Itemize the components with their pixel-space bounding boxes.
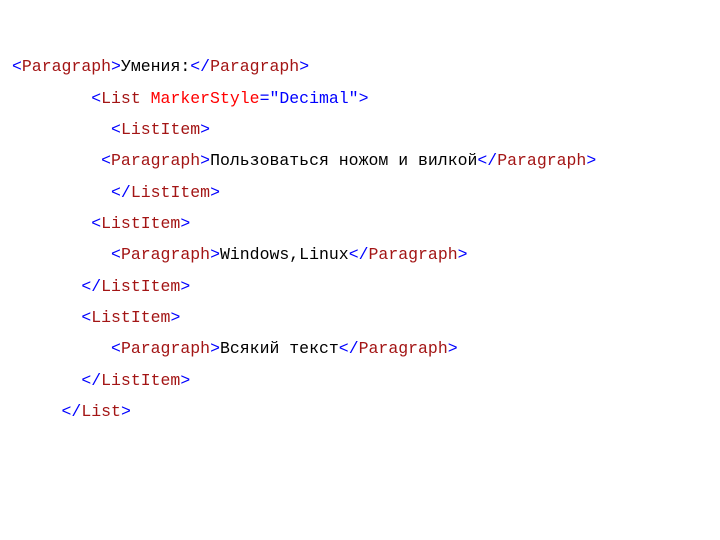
code-line: <ListItem> <box>12 120 210 139</box>
text-content: Пользоваться ножом и вилкой <box>210 151 477 170</box>
code-line: <Paragraph>Windows,Linux</Paragraph> <box>12 245 468 264</box>
code-line: <ListItem> <box>12 214 190 233</box>
code-line: <ListItem> <box>12 308 180 327</box>
code-line: </ListItem> <box>12 371 190 390</box>
code-line: </ListItem> <box>12 183 220 202</box>
code-line: <List MarkerStyle="Decimal"> <box>12 89 369 108</box>
text-content: Windows,Linux <box>220 245 349 264</box>
code-line: </ListItem> <box>12 277 190 296</box>
code-line: <Paragraph>Пользоваться ножом и вилкой</… <box>12 151 596 170</box>
text-content: Всякий текст <box>220 339 339 358</box>
text-content: Умения: <box>121 57 190 76</box>
code-line: <Paragraph>Всякий текст</Paragraph> <box>12 339 458 358</box>
code-line: <Paragraph>Умения:</Paragraph> <box>12 57 309 76</box>
code-line: </List> <box>12 402 131 421</box>
xaml-code-block: <Paragraph>Умения:</Paragraph> <List Mar… <box>12 20 708 427</box>
